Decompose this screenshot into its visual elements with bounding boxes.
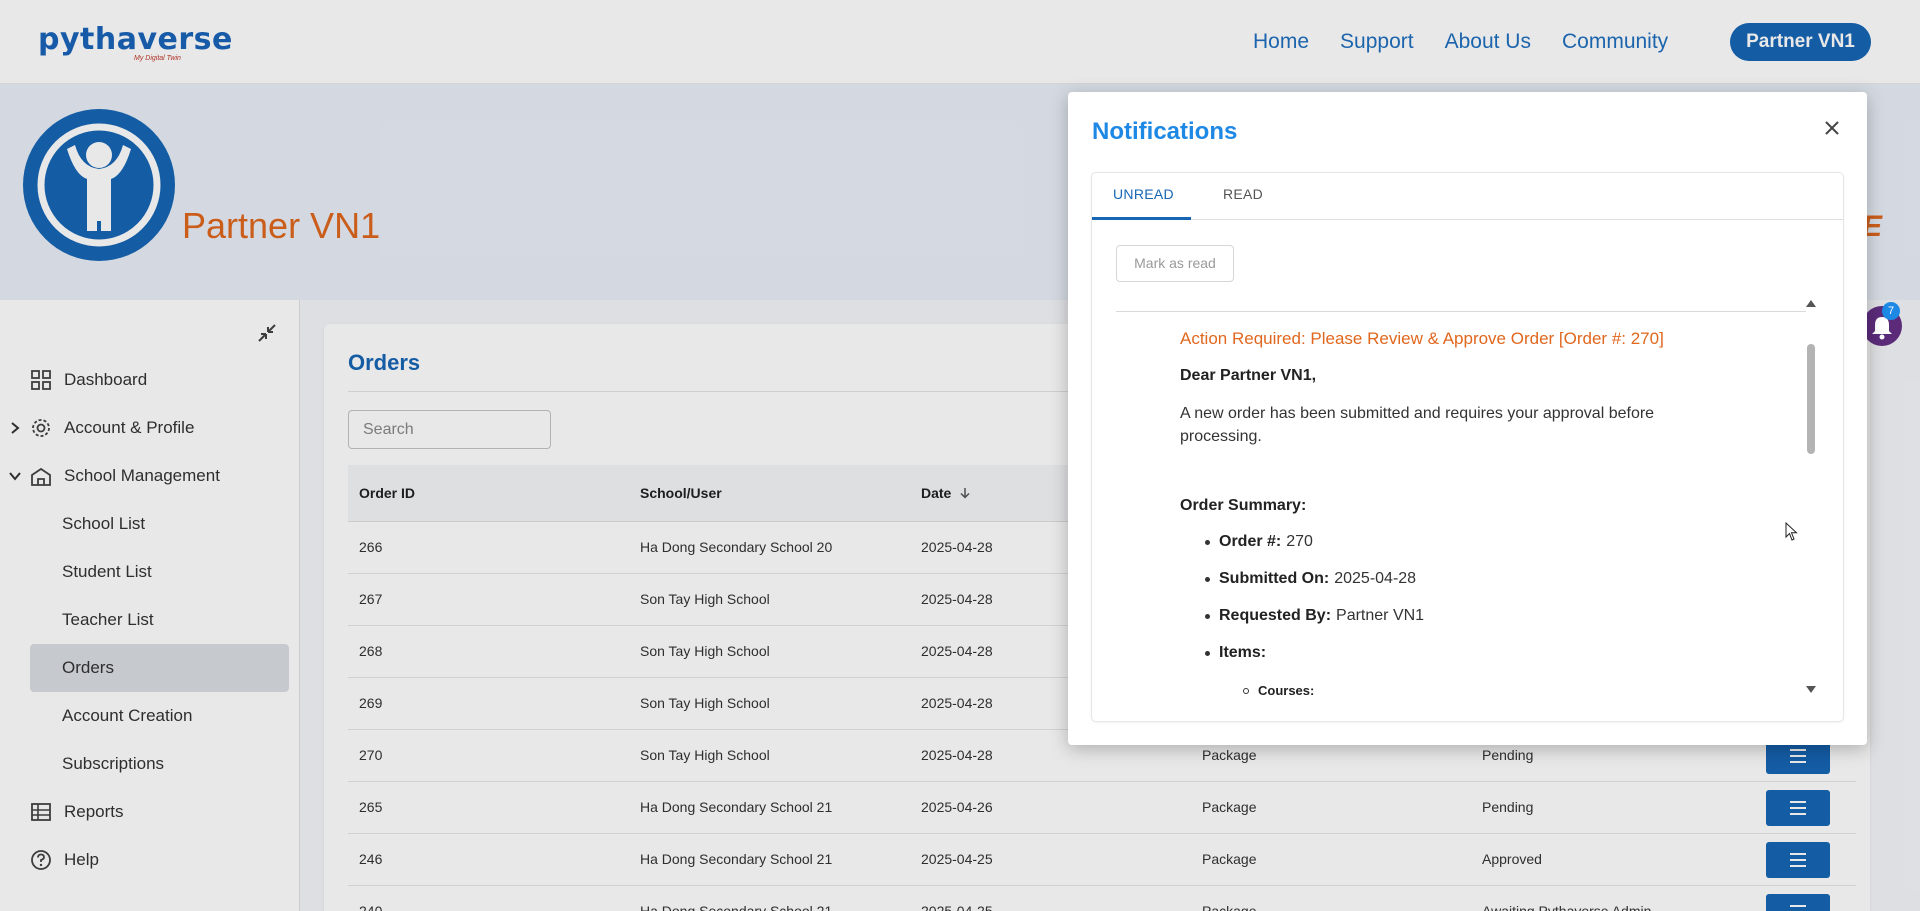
notification-count-badge: 7 <box>1882 302 1900 320</box>
bullet-circle <box>1243 687 1249 694</box>
tab-read[interactable]: READ <box>1223 186 1263 202</box>
dialog-title: Notifications <box>1092 118 1238 145</box>
bullet-dot <box>1205 613 1210 619</box>
scrollbar-thumb[interactable] <box>1807 344 1815 454</box>
summary-item-submitted-on: Submitted On: 2025-04-28 <box>1205 570 1416 588</box>
notification-greeting: Dear Partner VN1, <box>1180 367 1317 384</box>
scroll-up-arrow-icon[interactable] <box>1806 300 1816 307</box>
tabs-divider <box>1092 219 1843 220</box>
tab-unread[interactable]: UNREAD <box>1113 186 1174 202</box>
order-summary-heading: Order Summary: <box>1180 497 1307 514</box>
bullet-dot <box>1205 576 1210 582</box>
summary-value: 2025-04-28 <box>1334 570 1417 587</box>
summary-item-items: Items: <box>1205 644 1271 662</box>
summary-label: Requested By: <box>1219 607 1332 624</box>
bullet-dot <box>1205 539 1210 545</box>
summary-item-order-number: Order #: 270 <box>1205 533 1313 551</box>
summary-value: 270 <box>1286 533 1313 550</box>
summary-sub-item-courses: Courses: <box>1243 683 1314 698</box>
summary-label: Submitted On: <box>1219 570 1330 587</box>
summary-label: Items: <box>1219 644 1267 661</box>
bullet-dot <box>1205 650 1210 656</box>
scroll-down-arrow-icon[interactable] <box>1806 686 1816 693</box>
active-tab-indicator <box>1092 217 1191 220</box>
mark-as-read-button[interactable]: Mark as read <box>1116 245 1234 282</box>
notification-subject[interactable]: Action Required: Please Review & Approve… <box>1180 329 1664 349</box>
summary-item-requested-by: Requested By: Partner VN1 <box>1205 607 1424 625</box>
sub-item-label: Courses: <box>1258 683 1315 698</box>
list-divider <box>1116 311 1806 312</box>
mouse-cursor-icon <box>1785 522 1798 541</box>
summary-label: Order #: <box>1219 533 1282 550</box>
notification-body: A new order has been submitted and requi… <box>1180 405 1655 445</box>
summary-value: Partner VN1 <box>1336 607 1425 624</box>
close-icon[interactable] <box>1820 116 1844 140</box>
